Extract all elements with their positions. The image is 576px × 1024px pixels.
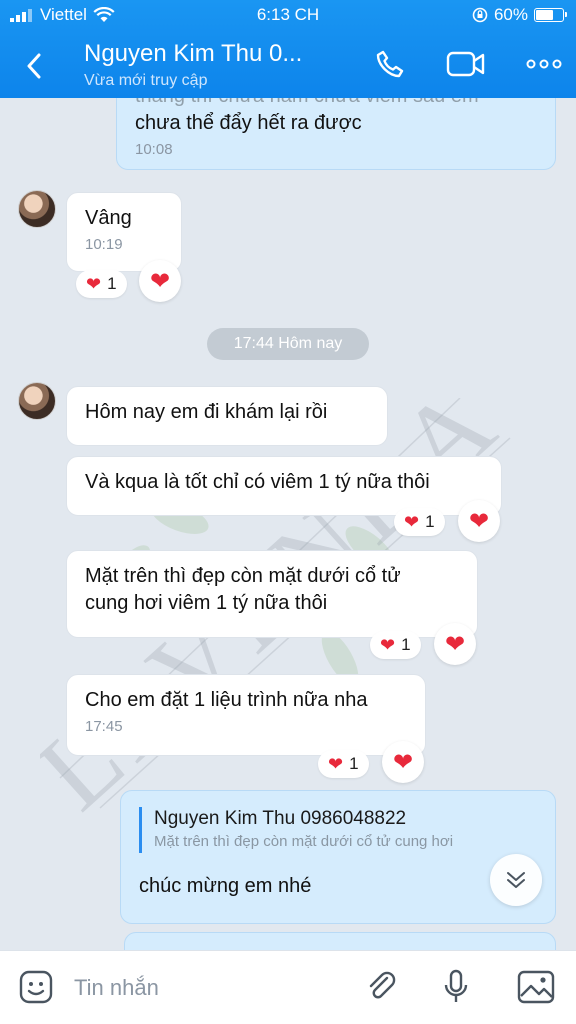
sticker-button[interactable] xyxy=(14,965,58,1009)
contact-avatar[interactable] xyxy=(18,382,56,420)
battery-icon xyxy=(534,8,567,22)
status-bar: Viettel 6:13 CH 60% xyxy=(0,0,576,30)
quoted-text: Mặt trên thì đẹp còn mặt dưới cổ tử cung… xyxy=(154,833,454,850)
video-camera-icon xyxy=(446,51,485,77)
more-options-button[interactable] xyxy=(522,44,566,84)
react-heart-button[interactable]: ❤ xyxy=(382,741,424,783)
battery-fill xyxy=(536,10,553,20)
react-heart-button[interactable]: ❤ xyxy=(458,500,500,542)
heart-icon: ❤ xyxy=(404,511,420,532)
reaction-count: 1 xyxy=(425,512,435,531)
reaction-count: 1 xyxy=(349,754,359,773)
message-bubble-incoming[interactable]: Hôm nay em đi khám lại rồi xyxy=(66,386,388,446)
message-text: chúc mừng em nhé xyxy=(139,875,312,897)
battery-percent: 60% xyxy=(493,5,528,24)
message-bubble-outgoing[interactable] xyxy=(124,932,556,950)
message-bubble-incoming[interactable]: Và kqua là tốt chỉ có viêm 1 tý nữa thôi xyxy=(66,456,502,516)
image-icon xyxy=(517,970,555,1004)
back-button[interactable] xyxy=(14,46,54,86)
heart-icon: ❤ xyxy=(328,753,344,774)
double-chevron-down-icon xyxy=(507,872,525,888)
message-text-partial: tháng thì chưa nấm chưa viêm sâu em xyxy=(135,98,537,110)
chevron-left-icon xyxy=(27,53,41,79)
message-time: 10:19 xyxy=(85,236,123,253)
scroll-to-bottom-button[interactable] xyxy=(490,854,542,906)
heart-icon: ❤ xyxy=(444,630,466,658)
message-text: Cho em đặt 1 liệu trình nữa nha xyxy=(85,689,368,711)
reaction-count: 1 xyxy=(401,635,411,654)
chat-header: Viettel 6:13 CH 60% Nguyen Kim Thu 0... … xyxy=(0,0,576,98)
microphone-icon xyxy=(444,969,468,1002)
message-input[interactable]: Tin nhắn xyxy=(74,975,159,1001)
heart-icon: ❤ xyxy=(149,267,171,295)
voice-message-button[interactable] xyxy=(434,965,478,1009)
message-bubble-incoming[interactable]: Cho em đặt 1 liệu trình nữa nha 17:45 xyxy=(66,674,426,756)
heart-icon: ❤ xyxy=(380,634,396,655)
heart-icon: ❤ xyxy=(392,748,414,776)
attach-file-button[interactable] xyxy=(360,965,404,1009)
message-text-line: cung hơi viêm 1 tý nữa thôi xyxy=(85,592,328,614)
more-horizontal-icon xyxy=(526,59,562,69)
phone-icon xyxy=(376,50,404,78)
quoted-sender: Nguyen Kim Thu 0986048822 xyxy=(154,808,407,829)
reaction-summary[interactable]: ❤ 1 xyxy=(370,631,421,659)
contact-avatar[interactable] xyxy=(18,190,56,228)
message-text: Hôm nay em đi khám lại rồi xyxy=(85,401,328,423)
message-text: Vâng xyxy=(85,207,132,229)
contact-status: Vừa mới truy cập xyxy=(84,72,208,89)
heart-icon: ❤ xyxy=(468,507,490,535)
video-call-button[interactable] xyxy=(444,44,488,84)
message-time: 17:45 xyxy=(85,718,123,735)
message-bubble-outgoing[interactable]: Nguyen Kim Thu 0986048822 Mặt trên thì đ… xyxy=(120,790,556,924)
message-bubble-outgoing[interactable]: tháng thì chưa nấm chưa viêm sâu em chưa… xyxy=(116,98,556,170)
reaction-count: 1 xyxy=(107,274,117,293)
react-heart-button[interactable]: ❤ xyxy=(434,623,476,665)
reaction-summary[interactable]: ❤ 1 xyxy=(76,270,127,298)
voice-call-button[interactable] xyxy=(368,44,412,84)
quoted-message[interactable]: Nguyen Kim Thu 0986048822 Mặt trên thì đ… xyxy=(139,807,537,853)
message-time: 10:08 xyxy=(135,141,173,158)
message-text: chưa thể đẩy hết ra được xyxy=(135,112,362,134)
message-list[interactable]: LAVENDA tháng thì chưa nấm chưa viêm sâu… xyxy=(0,98,576,950)
reaction-summary[interactable]: ❤ 1 xyxy=(318,750,369,778)
react-heart-button[interactable]: ❤ xyxy=(139,260,181,302)
orientation-lock-icon xyxy=(472,7,488,23)
message-text-line: Mặt trên thì đẹp còn mặt dưới cổ tử xyxy=(85,565,401,587)
message-bubble-incoming[interactable]: Mặt trên thì đẹp còn mặt dưới cổ tử cung… xyxy=(66,550,478,638)
date-separator: 17:44 Hôm nay xyxy=(207,328,369,360)
message-input-bar: Tin nhắn xyxy=(0,950,576,1024)
emoji-icon xyxy=(19,970,53,1004)
message-text: Và kqua là tốt chỉ có viêm 1 tý nữa thôi xyxy=(85,471,430,493)
paperclip-icon xyxy=(369,971,396,999)
reaction-summary[interactable]: ❤ 1 xyxy=(394,508,445,536)
heart-icon: ❤ xyxy=(86,273,102,294)
photo-button[interactable] xyxy=(514,965,558,1009)
contact-name[interactable]: Nguyen Kim Thu 0... xyxy=(84,40,302,68)
